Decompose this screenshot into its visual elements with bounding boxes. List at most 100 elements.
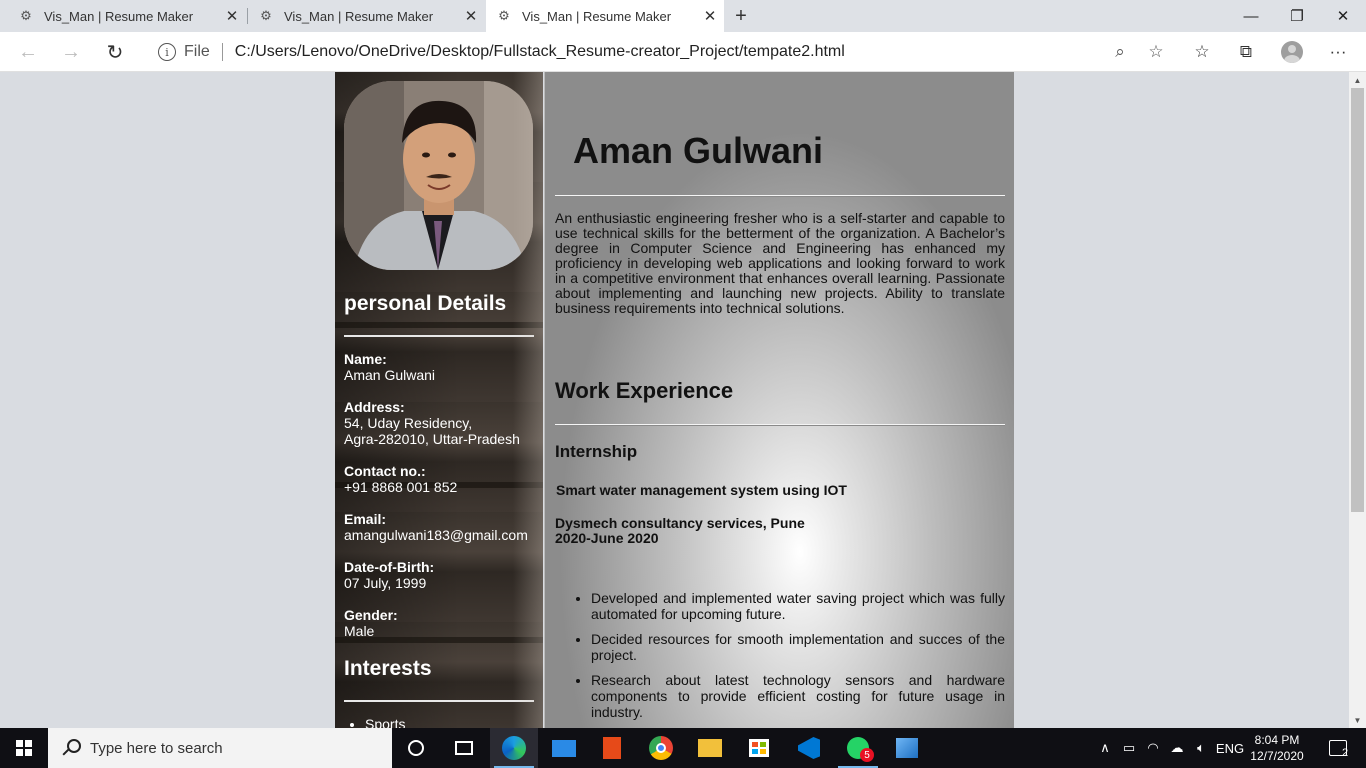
detail-email: Email: amangulwani183@gmail.com [344, 511, 528, 543]
work-divider [555, 424, 1005, 425]
avatar-icon [1281, 41, 1303, 63]
tab-title: Vis_Man | Resume Maker [44, 8, 194, 24]
add-favorite-icon[interactable]: ☆ [1138, 42, 1174, 62]
detail-value: Male [344, 623, 375, 639]
detail-label: Email: [344, 511, 387, 527]
scroll-up-icon[interactable]: ▲ [1349, 72, 1366, 88]
detail-name: Name: Aman Gulwani [344, 351, 435, 383]
detail-value: Agra-282010, Uttar-Pradesh [344, 431, 520, 447]
candidate-name: Aman Gulwani [573, 130, 824, 171]
forward-button[interactable]: → [55, 36, 87, 68]
window-close-button[interactable]: ✕ [1320, 0, 1366, 32]
restore-button[interactable]: ❐ [1274, 0, 1320, 32]
sidebar-divider [344, 700, 534, 702]
back-button[interactable]: ← [12, 36, 44, 68]
file-explorer-icon[interactable] [686, 728, 734, 768]
interests-heading: Interests [344, 657, 432, 680]
notification-center-icon[interactable]: 2 [1318, 728, 1358, 768]
resume-document: personal Details Name: Aman Gulwani Addr… [335, 72, 1014, 728]
battery-icon[interactable]: ▭ [1118, 728, 1140, 768]
office-icon[interactable] [588, 728, 636, 768]
tab-close-icon[interactable]: ✕ [218, 7, 246, 25]
profile-avatar[interactable] [1276, 36, 1308, 68]
zoom-icon[interactable]: ⌕ [1102, 42, 1138, 62]
responsibilities-list: Developed and implemented water saving p… [591, 590, 1005, 728]
collections-icon[interactable]: ⧉ [1230, 36, 1262, 68]
company-block: Dysmech consultancy services, Pune 2020-… [555, 516, 805, 546]
windows-taskbar: Type here to search 5 ∧ ▭ ◠ ☁ 🔈︎ ENG 8:0… [0, 728, 1366, 768]
taskbar-clock[interactable]: 8:04 PM 12/7/2020 [1248, 732, 1306, 764]
refresh-button[interactable]: ↻ [99, 36, 131, 68]
scheme-label: File [184, 43, 210, 60]
resume-main: Aman Gulwani An enthusiastic engineering… [544, 72, 1014, 728]
profile-photo-illustration [344, 81, 533, 270]
info-icon[interactable]: i [158, 43, 176, 61]
detail-label: Name: [344, 351, 387, 367]
detail-label: Gender: [344, 607, 398, 623]
tab-strip: ⚙ Vis_Man | Resume Maker ✕ ⚙ Vis_Man | R… [0, 0, 1366, 32]
interests-list: Sports [365, 716, 405, 728]
vscode-icon[interactable] [785, 728, 833, 768]
whatsapp-badge: 5 [860, 748, 874, 762]
work-experience-heading: Work Experience [555, 378, 734, 403]
minimize-button[interactable]: — [1228, 0, 1274, 32]
url-text[interactable]: C:/Users/Lenovo/OneDrive/Desktop/Fullsta… [235, 43, 1102, 61]
store-icon[interactable] [735, 728, 783, 768]
search-placeholder: Type here to search [90, 739, 223, 757]
project-title: Smart water management system using IOT [556, 482, 847, 498]
detail-label: Date-of-Birth: [344, 559, 435, 575]
list-item: Decided resources for smooth implementat… [591, 631, 1005, 663]
company-name: Dysmech consultancy services, Pune [555, 515, 805, 531]
detail-value: 07 July, 1999 [344, 575, 427, 591]
whatsapp-icon[interactable]: 5 [834, 728, 882, 768]
detail-value: 54, Uday Residency, [344, 415, 473, 431]
clock-date: 12/7/2020 [1250, 749, 1304, 763]
mail-icon[interactable] [540, 728, 588, 768]
favicon-icon: ⚙ [260, 8, 272, 23]
tab-1[interactable]: ⚙ Vis_Man | Resume Maker ✕ [0, 0, 246, 32]
detail-address: Address: 54, Uday Residency, Agra-282010… [344, 399, 520, 447]
settings-menu-icon[interactable]: ··· [1322, 36, 1354, 68]
page-viewport[interactable]: personal Details Name: Aman Gulwani Addr… [0, 72, 1366, 728]
edge-taskbar-icon[interactable] [490, 728, 538, 768]
detail-value: amangulwani183@gmail.com [344, 527, 528, 543]
new-tab-button[interactable]: + [728, 0, 754, 32]
scrollbar-thumb[interactable] [1351, 88, 1364, 512]
profile-photo [344, 81, 533, 270]
detail-value: Aman Gulwani [344, 367, 436, 383]
detail-dob: Date-of-Birth: 07 July, 1999 [344, 559, 434, 591]
background-shelf [335, 322, 543, 328]
tab-close-icon[interactable]: ✕ [696, 7, 724, 25]
taskbar-search[interactable]: Type here to search [48, 728, 392, 768]
internship-heading: Internship [555, 442, 638, 461]
chrome-icon[interactable] [637, 728, 685, 768]
search-icon [62, 739, 81, 757]
detail-value: +91 8868 001 852 [344, 479, 458, 495]
photos-icon[interactable] [883, 728, 931, 768]
volume-icon[interactable]: 🔈︎ [1190, 728, 1212, 768]
detail-label: Contact no.: [344, 463, 426, 479]
tab-3-active[interactable]: ⚙ Vis_Man | Resume Maker ✕ [486, 0, 724, 32]
detail-label: Address: [344, 399, 405, 415]
list-item: Developed and implemented water saving p… [591, 590, 1005, 622]
tab-2[interactable]: ⚙ Vis_Man | Resume Maker ✕ [248, 0, 485, 32]
favorites-icon[interactable]: ☆ [1186, 36, 1218, 68]
language-indicator[interactable]: ENG [1214, 728, 1246, 768]
vertical-scrollbar[interactable]: ▲ ▼ [1349, 72, 1366, 728]
wifi-icon[interactable]: ◠ [1142, 728, 1164, 768]
list-item: Research about latest technology sensors… [591, 672, 1005, 720]
windows-logo-icon [16, 740, 32, 756]
task-view-icon[interactable] [440, 728, 488, 768]
start-button[interactable] [0, 728, 48, 768]
scroll-down-icon[interactable]: ▼ [1349, 712, 1366, 728]
tray-chevron-icon[interactable]: ∧ [1094, 728, 1116, 768]
clock-time: 8:04 PM [1254, 733, 1300, 747]
onedrive-icon[interactable]: ☁ [1166, 728, 1188, 768]
detail-gender: Gender: Male [344, 607, 398, 639]
tab-close-icon[interactable]: ✕ [457, 7, 485, 25]
cortana-icon[interactable] [392, 728, 440, 768]
name-divider [555, 195, 1005, 196]
tab-title: Vis_Man | Resume Maker [522, 8, 672, 24]
favicon-icon: ⚙ [20, 8, 32, 23]
address-bar[interactable]: i File C:/Users/Lenovo/OneDrive/Desktop/… [146, 36, 1174, 68]
